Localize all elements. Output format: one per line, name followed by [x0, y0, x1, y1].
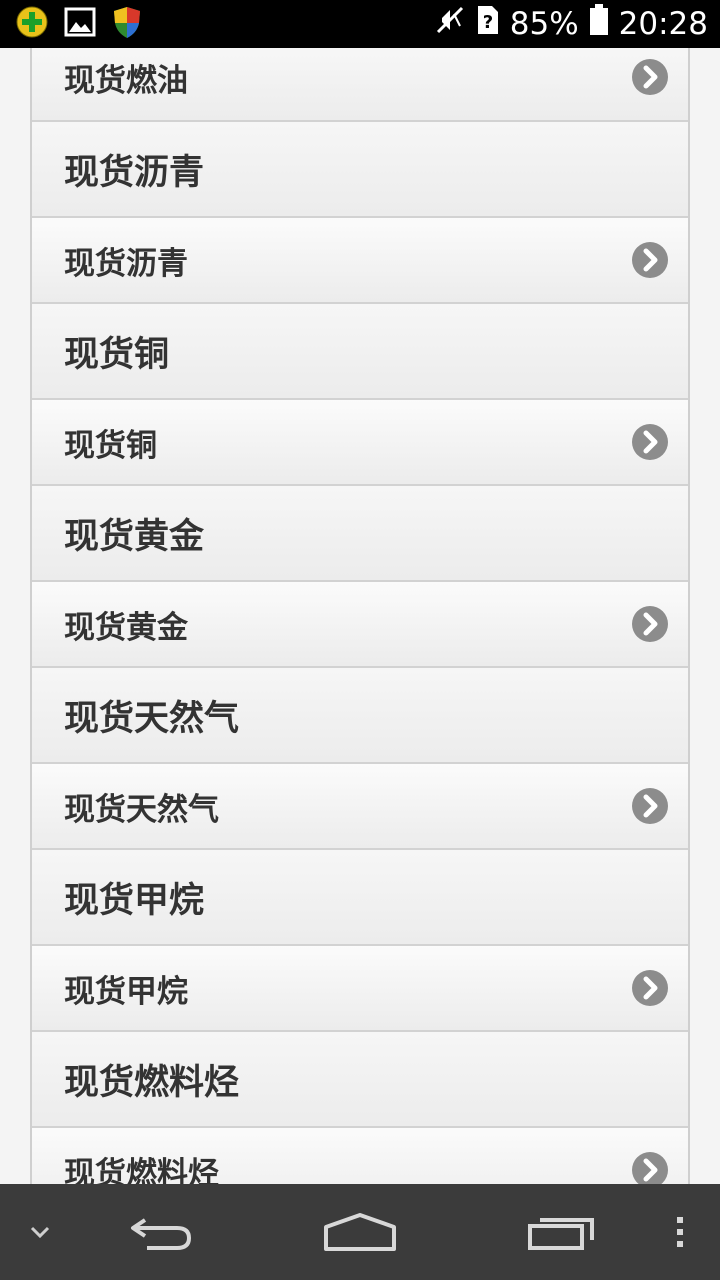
- list-divider: 现货甲烷: [32, 848, 688, 944]
- list-divider: 现货黄金: [32, 484, 688, 580]
- battery-percent: 85%: [509, 6, 579, 42]
- overflow-menu-icon[interactable]: [660, 1184, 700, 1280]
- list-item-label: 现货铜: [64, 427, 157, 464]
- shield-icon: [112, 5, 142, 43]
- content-area: 现货燃油 现货沥青 现货沥青 现货铜 现货铜 现货黄金 现货黄金 现货天然气 现…: [0, 48, 720, 1184]
- list-item-label: 现货天然气: [64, 791, 219, 828]
- recent-apps-icon[interactable]: [514, 1184, 610, 1280]
- svg-text:?: ?: [483, 12, 493, 33]
- navigation-bar: [0, 1184, 720, 1280]
- list-item[interactable]: 现货沥青: [32, 216, 688, 302]
- list-item[interactable]: 现货铜: [32, 398, 688, 484]
- chevron-right-icon: [632, 424, 668, 460]
- list-divider-label: 现货铜: [64, 334, 170, 375]
- chevron-right-icon: [632, 788, 668, 824]
- list-divider: 现货沥青: [32, 120, 688, 216]
- list-item[interactable]: 现货燃油: [32, 48, 688, 120]
- chevron-right-icon: [632, 606, 668, 642]
- chevron-right-icon: [632, 1152, 668, 1184]
- chevron-right-icon: [632, 242, 668, 278]
- list-divider-label: 现货天然气: [64, 698, 240, 739]
- list-item-label: 现货黄金: [64, 609, 188, 646]
- list-item-label: 现货燃料烃: [64, 1155, 219, 1185]
- list-item-label: 现货沥青: [64, 245, 188, 282]
- home-icon[interactable]: [312, 1184, 408, 1280]
- mute-icon: [434, 4, 466, 44]
- chevron-right-icon: [632, 59, 668, 95]
- plus-badge-icon: [16, 6, 48, 42]
- sim-unknown-icon: ?: [476, 4, 500, 44]
- status-bar: ? 85% 20:28: [0, 0, 720, 48]
- list-divider: 现货铜: [32, 302, 688, 398]
- chevron-down-icon[interactable]: [16, 1184, 64, 1280]
- chevron-right-icon: [632, 970, 668, 1006]
- commodity-list: 现货燃油 现货沥青 现货沥青 现货铜 现货铜 现货黄金 现货黄金 现货天然气 现…: [30, 48, 690, 1184]
- list-divider-label: 现货燃料烃: [64, 1062, 240, 1103]
- list-divider-label: 现货黄金: [64, 516, 205, 557]
- clock: 20:28: [618, 6, 708, 42]
- list-divider-label: 现货沥青: [64, 152, 205, 193]
- list-divider: 现货燃料烃: [32, 1030, 688, 1126]
- list-item-label: 现货甲烷: [64, 973, 188, 1010]
- back-icon[interactable]: [116, 1184, 204, 1280]
- list-item[interactable]: 现货天然气: [32, 762, 688, 848]
- list-item-label: 现货燃油: [64, 62, 188, 99]
- image-icon: [64, 6, 96, 42]
- list-item[interactable]: 现货燃料烃: [32, 1126, 688, 1184]
- list-divider-label: 现货甲烷: [64, 880, 205, 921]
- battery-icon: [589, 4, 609, 44]
- list-item[interactable]: 现货甲烷: [32, 944, 688, 1030]
- list-item[interactable]: 现货黄金: [32, 580, 688, 666]
- list-divider: 现货天然气: [32, 666, 688, 762]
